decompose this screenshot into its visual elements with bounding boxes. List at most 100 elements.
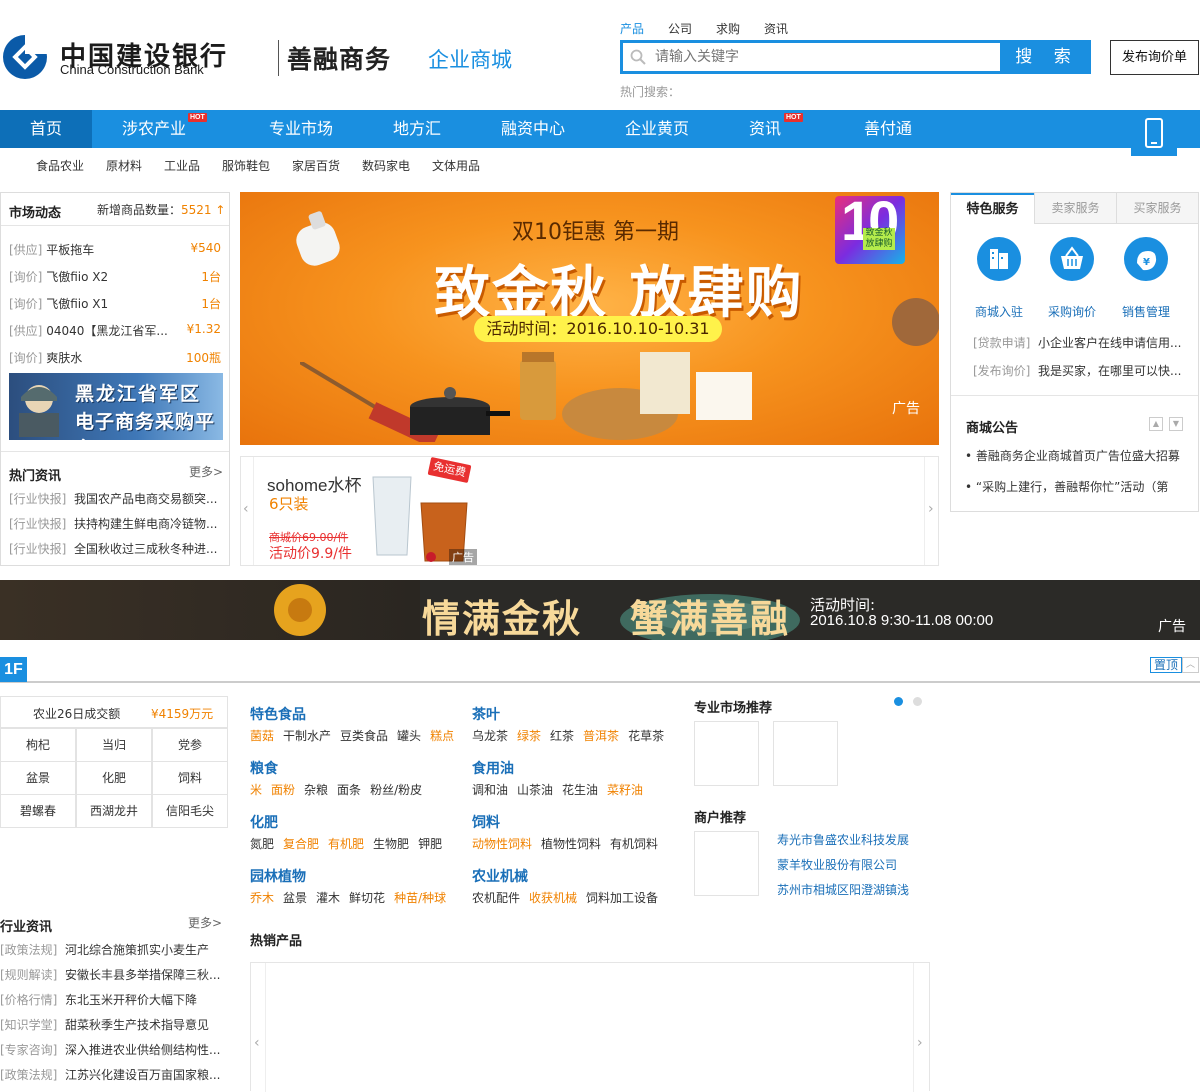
category-link[interactable]: 乔木 bbox=[250, 891, 274, 905]
subnav-materials[interactable]: 原材料 bbox=[106, 157, 142, 174]
nav-item-local[interactable]: 地方汇 bbox=[362, 110, 472, 148]
category-link[interactable]: 红茶 bbox=[550, 729, 574, 743]
category-link[interactable]: 复合肥 bbox=[283, 837, 319, 851]
notice-item[interactable]: • “采购上建行，善融帮你忙”活动（第 bbox=[965, 478, 1197, 495]
carousel-dot-active[interactable] bbox=[894, 697, 903, 706]
category-title[interactable]: 特色食品 bbox=[250, 704, 306, 724]
subnav-sports[interactable]: 文体用品 bbox=[432, 157, 480, 174]
category-title[interactable]: 饲料 bbox=[472, 812, 500, 832]
market-row[interactable]: [供应] 平板拖车 bbox=[9, 241, 169, 258]
back-to-top-button[interactable]: 置顶 bbox=[1150, 657, 1182, 673]
grid-item[interactable]: 信阳毛尖 bbox=[152, 794, 228, 828]
service-row[interactable]: [贷款申请] 小企业客户在线申请信用... bbox=[973, 334, 1193, 351]
brand-sub[interactable]: 企业商城 bbox=[428, 44, 512, 74]
search-button[interactable]: 搜 索 bbox=[1000, 43, 1088, 71]
grid-item[interactable]: 党参 bbox=[152, 728, 228, 762]
category-link[interactable]: 粉丝/粉皮 bbox=[370, 783, 422, 797]
service-label[interactable]: 采购询价 bbox=[1037, 303, 1107, 320]
category-title[interactable]: 园林植物 bbox=[250, 866, 306, 886]
merchant-link[interactable]: 苏州市相城区阳澄湖镇浅 bbox=[777, 881, 909, 898]
category-link[interactable]: 盆景 bbox=[283, 891, 307, 905]
hot-news-more-link[interactable]: 更多> bbox=[189, 463, 223, 480]
grid-item[interactable]: 当归 bbox=[76, 728, 152, 762]
category-link[interactable]: 乌龙茶 bbox=[472, 729, 508, 743]
category-link[interactable]: 山茶油 bbox=[517, 783, 553, 797]
main-banner[interactable]: 双10钜惠 第一期 致金秋 放肆购 活动时间：2016.10.10-10.31 … bbox=[240, 192, 939, 445]
tab-featured-services[interactable]: 特色服务 bbox=[951, 193, 1034, 224]
category-link[interactable]: 面条 bbox=[337, 783, 361, 797]
carousel-prev-arrow[interactable]: ‹ bbox=[254, 1035, 260, 1051]
category-link[interactable]: 米 bbox=[250, 783, 262, 797]
notice-up-button[interactable]: ▲ bbox=[1149, 417, 1163, 431]
market-row[interactable]: [供应] 04040【黑龙江省军... bbox=[9, 322, 171, 339]
category-link[interactable]: 面粉 bbox=[271, 783, 295, 797]
search-tab-company[interactable]: 公司 bbox=[668, 20, 692, 37]
industry-news-row[interactable]: [政策法规] 江苏兴化建设百万亩国家粮... bbox=[0, 1066, 228, 1083]
grid-item[interactable]: 枸杞 bbox=[0, 728, 76, 762]
subnav-food[interactable]: 食品农业 bbox=[36, 157, 84, 174]
collapse-icon[interactable]: ︿ bbox=[1182, 657, 1199, 673]
subnav-apparel[interactable]: 服饰鞋包 bbox=[222, 157, 270, 174]
category-link[interactable]: 菜籽油 bbox=[607, 783, 643, 797]
subnav-digital[interactable]: 数码家电 bbox=[362, 157, 410, 174]
service-label[interactable]: 销售管理 bbox=[1111, 303, 1181, 320]
category-title[interactable]: 茶叶 bbox=[472, 704, 500, 724]
industry-news-row[interactable]: [知识学堂] 甜菜秋季生产技术指导意见 bbox=[0, 1016, 228, 1033]
category-title[interactable]: 农业机械 bbox=[472, 866, 528, 886]
category-link[interactable]: 调和油 bbox=[472, 783, 508, 797]
tab-seller-services[interactable]: 卖家服务 bbox=[1034, 193, 1116, 224]
category-link[interactable]: 氮肥 bbox=[250, 837, 274, 851]
category-link[interactable]: 花草茶 bbox=[628, 729, 664, 743]
category-title[interactable]: 食用油 bbox=[472, 758, 514, 778]
category-link[interactable]: 干制水产 bbox=[283, 729, 331, 743]
category-link[interactable]: 有机肥 bbox=[328, 837, 364, 851]
tab-buyer-services[interactable]: 买家服务 bbox=[1116, 193, 1198, 224]
category-link[interactable]: 普洱茶 bbox=[583, 729, 619, 743]
nav-item-home[interactable]: 首页 bbox=[0, 110, 92, 148]
category-link[interactable]: 有机饲料 bbox=[610, 837, 658, 851]
hot-news-row[interactable]: [行业快报] 全国秋收过三成秋冬种进... bbox=[9, 540, 223, 557]
carousel-next-arrow[interactable]: › bbox=[928, 501, 934, 517]
industry-news-row[interactable]: [专家咨询] 深入推进农业供给侧结构性... bbox=[0, 1041, 228, 1058]
nav-item-yellowpages[interactable]: 企业黄页 bbox=[594, 110, 720, 148]
nav-item-agriculture[interactable]: 涉农产业 HOT bbox=[92, 110, 216, 148]
hot-news-row[interactable]: [行业快报] 我国农产品电商交易额突... bbox=[9, 490, 223, 507]
subnav-industrial[interactable]: 工业品 bbox=[164, 157, 200, 174]
grid-item[interactable]: 盆景 bbox=[0, 761, 76, 795]
ccb-logo-icon[interactable] bbox=[2, 34, 48, 80]
category-link[interactable]: 饲料加工设备 bbox=[586, 891, 658, 905]
market-row[interactable]: [询价] 爽肤水 bbox=[9, 349, 169, 366]
grid-item[interactable]: 饲料 bbox=[152, 761, 228, 795]
category-link[interactable]: 鲜切花 bbox=[349, 891, 385, 905]
subnav-home[interactable]: 家居百货 bbox=[292, 157, 340, 174]
merchant-thumb[interactable] bbox=[694, 831, 759, 896]
category-link[interactable]: 动物性饲料 bbox=[472, 837, 532, 851]
carousel-prev-arrow[interactable]: ‹ bbox=[243, 501, 249, 517]
publish-inquiry-button[interactable]: 发布询价单 bbox=[1110, 40, 1199, 75]
market-row[interactable]: [询价] 飞傲fiio X2 bbox=[9, 268, 169, 285]
category-link[interactable]: 植物性饲料 bbox=[541, 837, 601, 851]
industry-news-row[interactable]: [政策法规] 河北综合施策抓实小麦生产 bbox=[0, 941, 228, 958]
category-link[interactable]: 花生油 bbox=[562, 783, 598, 797]
mobile-button[interactable] bbox=[1131, 110, 1177, 156]
basket-icon[interactable] bbox=[1050, 237, 1094, 281]
market-rec-thumb[interactable] bbox=[694, 721, 759, 786]
grid-item[interactable]: 西湖龙井 bbox=[76, 794, 152, 828]
nav-item-news[interactable]: 资讯 HOT bbox=[720, 110, 810, 148]
carousel-dot[interactable] bbox=[913, 697, 922, 706]
category-link[interactable]: 菌菇 bbox=[250, 729, 274, 743]
nav-item-finance[interactable]: 融资中心 bbox=[472, 110, 594, 148]
money-bag-icon[interactable]: ¥ bbox=[1124, 237, 1168, 281]
category-link[interactable]: 杂粮 bbox=[304, 783, 328, 797]
crab-promo-banner[interactable]: 情满金秋 蟹满善融 活动时间: 2016.10.8 9:30-11.08 00:… bbox=[0, 580, 1200, 640]
merchant-link[interactable]: 蒙羊牧业股份有限公司 bbox=[777, 856, 897, 873]
category-link[interactable]: 豆类食品 bbox=[340, 729, 388, 743]
carousel-next-arrow[interactable]: › bbox=[917, 1035, 923, 1051]
category-title[interactable]: 粮食 bbox=[250, 758, 278, 778]
industry-news-more-link[interactable]: 更多> bbox=[188, 914, 222, 931]
nav-item-payment[interactable]: 善付通 bbox=[826, 110, 950, 148]
category-link[interactable]: 糕点 bbox=[430, 729, 454, 743]
brand-main[interactable]: 善融商务 bbox=[287, 40, 391, 76]
category-link[interactable]: 生物肥 bbox=[373, 837, 409, 851]
grid-item[interactable]: 化肥 bbox=[76, 761, 152, 795]
